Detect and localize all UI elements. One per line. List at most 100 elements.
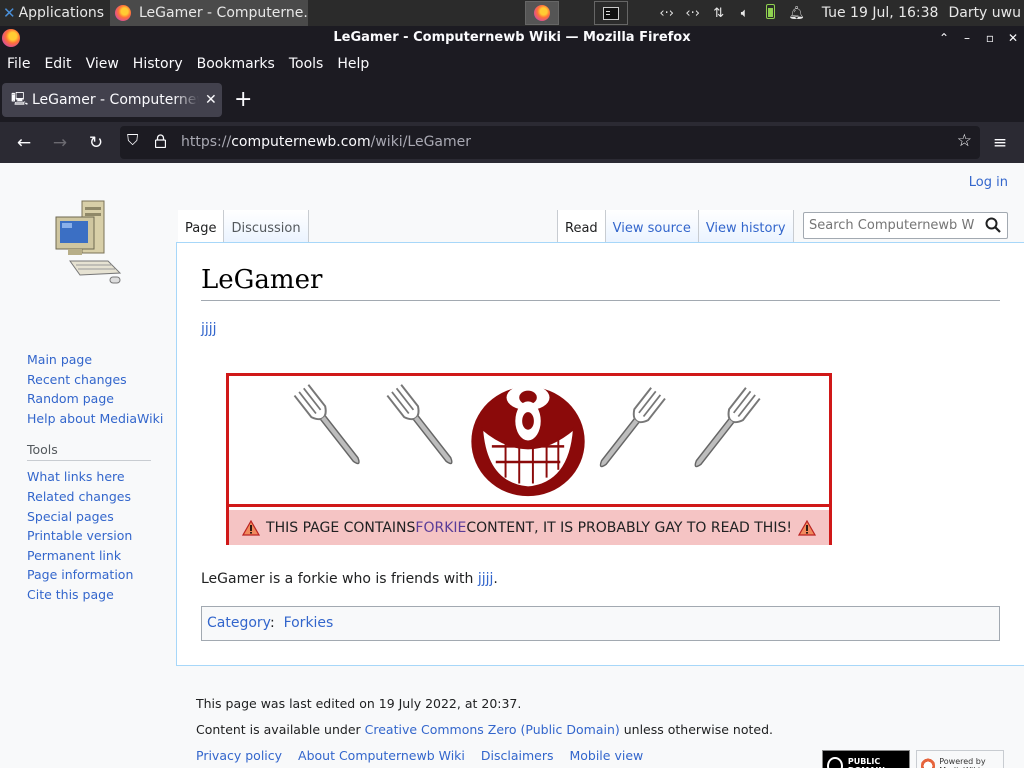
- forkie-warning-banner: THIS PAGE CONTAINS FORKIE CONTENT, IT IS…: [226, 373, 832, 545]
- network-icon[interactable]: ‹·›: [654, 6, 680, 21]
- hamburger-menu-icon[interactable]: ≡: [988, 131, 1012, 155]
- jjjj-inline-link[interactable]: jjjj: [478, 571, 494, 587]
- sidebar-item-help[interactable]: Help about MediaWiki: [27, 409, 163, 429]
- menu-help[interactable]: Help: [330, 56, 376, 72]
- category-forkies-link[interactable]: Forkies: [284, 615, 334, 631]
- tools-item-related-changes[interactable]: Related changes: [27, 487, 163, 507]
- footer-about-link[interactable]: About Computernewb Wiki: [298, 748, 465, 763]
- tab-strip: 🖳 LeGamer - Computernewb Wiki ✕ +: [0, 77, 1024, 122]
- tab-view-history[interactable]: View history: [698, 210, 794, 243]
- applications-menu[interactable]: ✕ Applications: [0, 0, 104, 26]
- license-line: Content is available under Creative Comm…: [196, 722, 773, 737]
- applications-label: Applications: [18, 5, 105, 21]
- forkie-link[interactable]: FORKIE: [415, 520, 466, 536]
- menu-view[interactable]: View: [79, 56, 126, 72]
- maximize-button[interactable]: ▫: [980, 28, 1000, 48]
- window-title: LeGamer - Computernewb Wiki — Mozilla Fi…: [333, 30, 691, 45]
- search-icon[interactable]: [985, 217, 1001, 233]
- taskbar-firefox-window[interactable]: LeGamer - Computerne...: [110, 0, 308, 26]
- tools-item-permanent-link[interactable]: Permanent link: [27, 546, 163, 566]
- public-domain-badge[interactable]: PUBLIC DOMAIN: [822, 750, 910, 768]
- tab-title: LeGamer - Computernewb Wiki: [32, 92, 199, 108]
- footer-mobile-view-link[interactable]: Mobile view: [569, 748, 643, 763]
- warning-icon: [797, 519, 816, 536]
- tab-view-source[interactable]: View source: [605, 210, 699, 243]
- warning-icon: [242, 519, 261, 536]
- url-text[interactable]: https://computernewb.com/wiki/LeGamer: [181, 134, 471, 150]
- trollface-icon: [471, 384, 585, 497]
- computer-logo-icon[interactable]: [50, 199, 125, 287]
- fork-icon: [687, 386, 761, 473]
- footer-privacy-link[interactable]: Privacy policy: [196, 748, 282, 763]
- jjjj-link[interactable]: jjjj: [201, 321, 217, 337]
- updown-icon[interactable]: ⇅: [706, 6, 732, 21]
- main-content: LeGamer jjjj THIS PAGE CONTAINS FORKIE C…: [176, 242, 1024, 666]
- tab-discussion[interactable]: Discussion: [224, 210, 309, 243]
- tab-read[interactable]: Read: [557, 210, 606, 243]
- powered-by-mediawiki-badge[interactable]: Powered by MediaWiki: [916, 750, 1004, 768]
- minimize-button[interactable]: –: [957, 28, 977, 48]
- category-label-link[interactable]: Category: [207, 615, 270, 631]
- bookmark-star-icon[interactable]: ☆: [957, 131, 972, 151]
- fork-icon: [593, 386, 666, 473]
- reload-icon[interactable]: ↻: [84, 131, 108, 155]
- search-input[interactable]: [804, 213, 974, 238]
- fork-icon: [386, 383, 460, 470]
- close-window-button[interactable]: ✕: [1003, 28, 1023, 48]
- tab-page[interactable]: Page: [178, 210, 225, 243]
- navigation-bar: ← → ↻ ⛉ https://computernewb.com/wiki/Le…: [0, 122, 1024, 163]
- menu-file[interactable]: File: [0, 56, 37, 72]
- tools-item-cite-this-page[interactable]: Cite this page: [27, 585, 163, 605]
- battery-icon[interactable]: [758, 3, 784, 23]
- chevron-up-icon[interactable]: ⌃: [934, 28, 954, 48]
- license-link[interactable]: Creative Commons Zero (Public Domain): [365, 722, 620, 737]
- bell-icon[interactable]: 🔔︎: [784, 6, 810, 21]
- firefox-icon: [534, 5, 550, 21]
- system-tray: ‹·› ‹·› ⇅ 🔈︎ 🔔︎ Tue 19 Jul, 16:38 Darty …: [654, 0, 1024, 26]
- new-tab-icon[interactable]: +: [234, 89, 252, 111]
- sidebar-item-random-page[interactable]: Random page: [27, 389, 163, 409]
- terminal-launcher[interactable]: [594, 1, 628, 25]
- sidebar-item-main-page[interactable]: Main page: [27, 350, 163, 370]
- tools-item-printable-version[interactable]: Printable version: [27, 526, 163, 546]
- footer-disclaimers-link[interactable]: Disclaimers: [481, 748, 554, 763]
- volume-icon[interactable]: 🔈︎: [732, 6, 758, 21]
- fork-icon: [293, 383, 367, 470]
- tools-item-page-information[interactable]: Page information: [27, 565, 163, 585]
- page-title: LeGamer: [201, 265, 323, 295]
- public-domain-icon: [827, 756, 843, 768]
- last-edited: This page was last edited on 19 July 202…: [196, 696, 522, 711]
- forkie-banner-image: [229, 383, 829, 507]
- menu-edit[interactable]: Edit: [37, 56, 78, 72]
- clock[interactable]: Tue 19 Jul, 16:38: [822, 5, 939, 21]
- back-icon[interactable]: ←: [12, 131, 36, 155]
- view-tabs: Read View source View history: [557, 210, 794, 243]
- close-tab-icon[interactable]: ✕: [205, 92, 217, 108]
- firefox-launcher[interactable]: [525, 1, 559, 25]
- taskbar-window-title: LeGamer - Computerne...: [139, 5, 308, 21]
- tools-heading: Tools: [27, 442, 151, 462]
- sidebar-item-recent-changes[interactable]: Recent changes: [27, 370, 163, 390]
- web-page: Log in Main page Recent changes Random p…: [0, 163, 1024, 768]
- lock-icon[interactable]: [155, 134, 166, 148]
- shield-icon[interactable]: ⛉: [127, 131, 138, 149]
- menu-bookmarks[interactable]: Bookmarks: [190, 56, 282, 72]
- login-link[interactable]: Log in: [969, 175, 1008, 190]
- network-icon[interactable]: ‹·›: [680, 6, 706, 21]
- firefox-icon: [115, 5, 131, 21]
- menu-history[interactable]: History: [126, 56, 190, 72]
- user-menu[interactable]: Darty uwu: [948, 5, 1021, 21]
- tools-item-special-pages[interactable]: Special pages: [27, 507, 163, 527]
- computer-favicon-icon: 🖳: [11, 92, 29, 107]
- url-bar[interactable]: ⛉ https://computernewb.com/wiki/LeGamer …: [120, 126, 980, 159]
- tools-item-what-links-here[interactable]: What links here: [27, 467, 163, 487]
- category-box: Category: Forkies: [201, 606, 1000, 641]
- menu-tools[interactable]: Tools: [282, 56, 331, 72]
- warning-text: THIS PAGE CONTAINS FORKIE CONTENT, IT IS…: [229, 510, 829, 545]
- search-box: [803, 212, 1008, 239]
- title-divider: [201, 300, 1000, 301]
- window-titlebar: LeGamer - Computernewb Wiki — Mozilla Fi…: [0, 26, 1024, 50]
- browser-tab[interactable]: 🖳 LeGamer - Computernewb Wiki ✕: [2, 83, 222, 117]
- forward-icon[interactable]: →: [48, 131, 72, 155]
- os-top-panel: ✕ Applications LeGamer - Computerne... ‹…: [0, 0, 1024, 26]
